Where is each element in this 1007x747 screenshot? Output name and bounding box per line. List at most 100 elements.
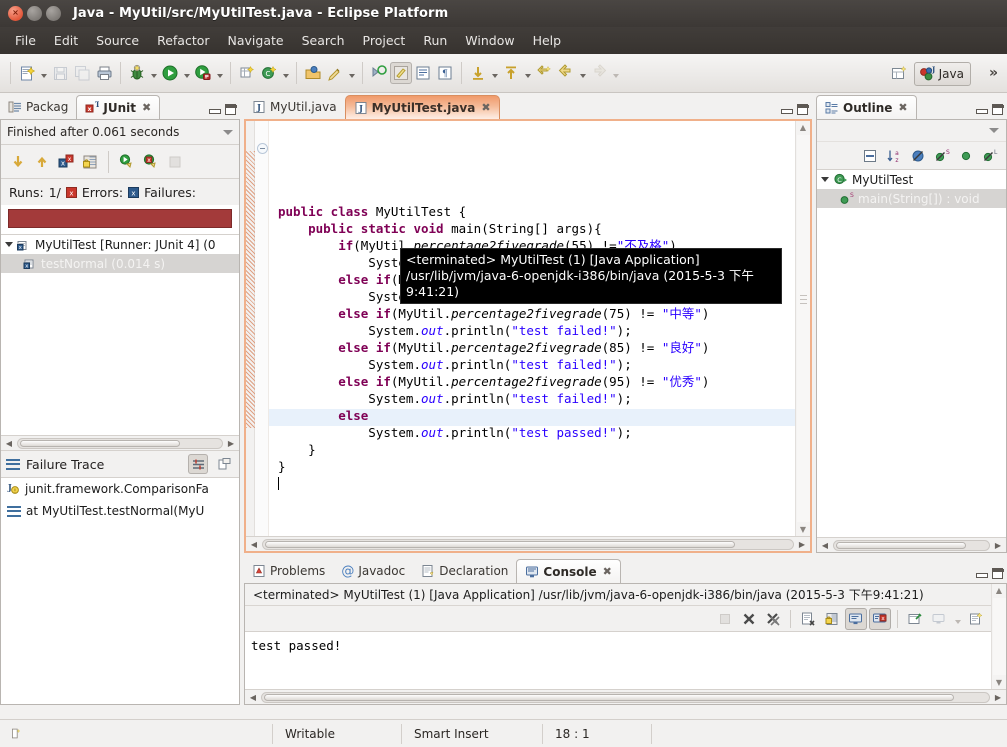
clear-console-button[interactable] <box>797 608 819 630</box>
scroll-down-icon[interactable]: ▼ <box>797 523 810 536</box>
debug-button[interactable] <box>126 62 148 84</box>
hide-non-public-members-button[interactable] <box>956 146 976 166</box>
menu-navigate[interactable]: Navigate <box>219 30 293 51</box>
close-icon[interactable]: ✖ <box>481 101 490 114</box>
terminate-button[interactable] <box>714 608 736 630</box>
show-failures-only-button[interactable]: x x <box>55 151 77 173</box>
scroll-track[interactable] <box>992 598 1006 675</box>
menu-refactor[interactable]: Refactor <box>148 30 218 51</box>
display-selected-console-button[interactable] <box>928 608 950 630</box>
forward-button[interactable] <box>588 62 610 84</box>
display-selected-console-dropdown[interactable] <box>952 608 963 630</box>
toggle-mark-occurrences-button[interactable] <box>368 62 390 84</box>
editor-annotation-ruler[interactable] <box>246 121 255 551</box>
failure-trace-list[interactable]: J ! junit.framework.ComparisonFa at MyUt… <box>1 478 239 522</box>
back-button[interactable] <box>555 62 577 84</box>
scroll-down-icon[interactable]: ▼ <box>993 676 1006 689</box>
next-failure-button[interactable] <box>7 151 29 173</box>
toggle-block-selection-button[interactable] <box>390 62 412 84</box>
rerun-test-button[interactable] <box>116 151 138 173</box>
tab-console[interactable]: Console ✖ <box>516 559 621 583</box>
source-code-text[interactable]: public class MyUtilTest { public static … <box>269 121 810 551</box>
scroll-track[interactable] <box>262 538 794 550</box>
toolbar-overflow-button[interactable]: » <box>989 65 998 81</box>
menu-source[interactable]: Source <box>87 30 148 51</box>
close-icon[interactable]: ✖ <box>603 565 612 578</box>
debug-dropdown[interactable] <box>148 62 159 84</box>
java-perspective-button[interactable]: J Java <box>913 62 971 86</box>
pin-console-button[interactable] <box>904 608 926 630</box>
print-button[interactable] <box>93 62 115 84</box>
maximize-view-icon[interactable] <box>992 104 1004 115</box>
console-output-text[interactable]: test passed! <box>245 632 990 688</box>
console-horizontal-scrollbar[interactable]: ◀ ▶ <box>245 689 1006 704</box>
run-coverage-dropdown[interactable] <box>214 62 225 84</box>
outline-item-method[interactable]: S main(String[]) : void <box>817 189 1006 208</box>
tree-item-suite[interactable]: x MyUtilTest [Runner: JUnit 4] (0 <box>1 235 239 254</box>
scroll-left-icon[interactable]: ◀ <box>3 438 15 449</box>
outline-item-class[interactable]: C MyUtilTest <box>817 170 1006 189</box>
maximize-view-icon[interactable] <box>992 568 1004 579</box>
scroll-thumb[interactable] <box>265 540 735 548</box>
remove-launch-button[interactable] <box>738 608 760 630</box>
rerun-failed-tests-button[interactable]: x <box>140 151 162 173</box>
show-console-on-error-button[interactable]: x <box>869 607 891 630</box>
trace-row[interactable]: at MyUtilTest.testNormal(MyU <box>1 500 239 522</box>
tab-myutil-java[interactable]: J MyUtil.java <box>244 95 345 119</box>
menu-window[interactable]: Window <box>456 30 523 51</box>
back-dropdown[interactable] <box>577 62 588 84</box>
scroll-right-icon[interactable]: ▶ <box>992 692 1004 703</box>
junit-tree-hscrollbar[interactable]: ◀ ▶ <box>1 435 239 450</box>
hide-fields-button[interactable] <box>908 146 928 166</box>
scroll-track[interactable] <box>261 691 990 703</box>
scroll-left-icon[interactable]: ◀ <box>819 540 831 551</box>
show-whitespace-button[interactable] <box>412 62 434 84</box>
view-menu-icon[interactable] <box>223 129 233 135</box>
save-button[interactable] <box>49 62 71 84</box>
tab-declaration[interactable]: Declaration <box>413 559 516 583</box>
search-dropdown[interactable] <box>346 62 357 84</box>
scroll-up-icon[interactable]: ▲ <box>993 584 1006 597</box>
maximize-view-icon[interactable] <box>225 104 237 115</box>
menu-run[interactable]: Run <box>414 30 456 51</box>
scroll-up-icon[interactable]: ▲ <box>797 121 810 134</box>
outline-horizontal-scrollbar[interactable]: ◀ ▶ <box>817 537 1006 552</box>
scroll-right-icon[interactable]: ▶ <box>992 540 1004 551</box>
minimize-view-icon[interactable] <box>781 105 793 115</box>
close-window-button[interactable]: × <box>8 6 23 21</box>
new-wizard-button[interactable] <box>16 62 38 84</box>
tab-junit[interactable]: x T JUnit ✖ <box>76 95 161 119</box>
open-perspective-button[interactable] <box>888 63 910 85</box>
tab-javadoc[interactable]: @ Javadoc <box>333 559 413 583</box>
show-console-on-output-button[interactable] <box>845 607 867 630</box>
lock-scroll-button[interactable] <box>79 151 101 173</box>
tab-problems[interactable]: Problems <box>244 559 333 583</box>
view-menu-icon[interactable] <box>989 128 999 133</box>
outline-tree[interactable]: C MyUtilTest S main(String[]) : void <box>817 170 1006 208</box>
scroll-track[interactable] <box>17 437 223 449</box>
open-console-button[interactable] <box>965 608 987 630</box>
tab-package-explorer[interactable]: Packag <box>0 95 76 119</box>
scroll-lock-button[interactable] <box>821 608 843 630</box>
new-java-class-dropdown[interactable] <box>280 62 291 84</box>
hide-static-members-button[interactable]: S <box>932 146 952 166</box>
run-dropdown[interactable] <box>181 62 192 84</box>
menu-help[interactable]: Help <box>524 30 571 51</box>
minimize-view-icon[interactable] <box>976 105 988 115</box>
console-vertical-scrollbar[interactable]: ▲ ▼ <box>991 584 1006 689</box>
last-edit-location-button[interactable] <box>533 62 555 84</box>
sort-alphabetically-button[interactable]: a z <box>884 146 904 166</box>
tab-outline[interactable]: Outline ✖ <box>816 95 917 119</box>
maximize-window-button[interactable] <box>46 6 61 21</box>
stop-button[interactable] <box>164 151 186 173</box>
run-coverage-button[interactable] <box>192 62 214 84</box>
editor-folding-ruler[interactable] <box>255 121 269 551</box>
tree-item-testcase[interactable]: x testNormal (0.014 s) <box>1 254 239 273</box>
maximize-view-icon[interactable] <box>797 104 809 115</box>
fold-collapse-icon[interactable] <box>257 143 268 154</box>
forward-dropdown[interactable] <box>610 62 621 84</box>
tab-myutiltest-java[interactable]: J MyUtilTest.java ✖ <box>344 95 500 119</box>
editor-vertical-scrollbar[interactable]: ▲ ▼ <box>795 121 810 536</box>
new-wizard-dropdown[interactable] <box>38 62 49 84</box>
save-all-button[interactable] <box>71 62 93 84</box>
